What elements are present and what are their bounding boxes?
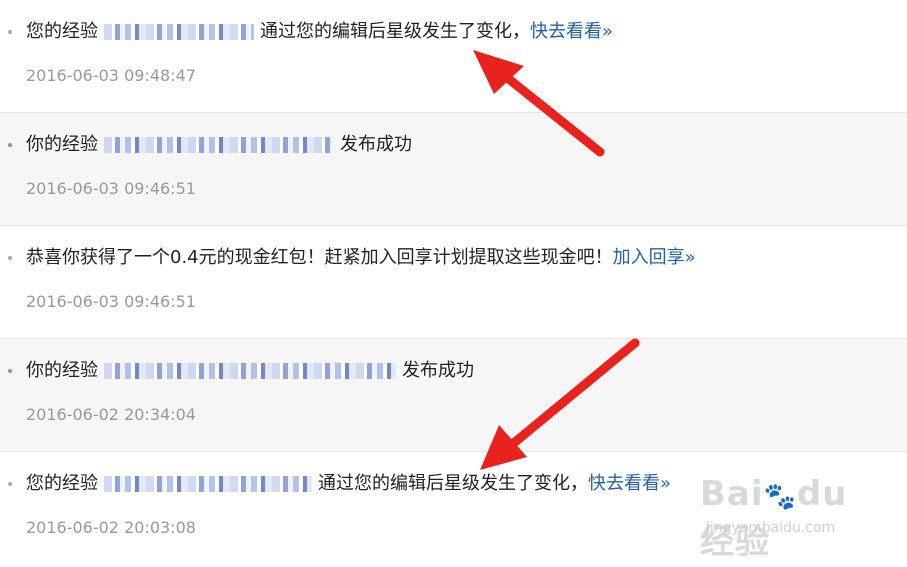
view-link[interactable]: 快去看看»: [530, 21, 613, 42]
notification-item: 恭喜你获得了一个0.4元的现金红包！赶紧加入回享计划提取这些现金吧！加入回享» …: [0, 226, 907, 339]
view-link[interactable]: 快去看看»: [588, 473, 671, 494]
watermark-logo: Bai🐾du经验: [700, 474, 848, 562]
message-suffix: 通过您的编辑后星级发生了变化，: [260, 21, 530, 42]
timestamp: 2016-06-03 09:46:51: [26, 292, 196, 311]
join-link[interactable]: 加入回享»: [613, 247, 696, 268]
message-suffix: 通过您的编辑后星级发生了变化，: [318, 473, 588, 494]
message-suffix: 发布成功: [402, 360, 474, 381]
notification-message: 您的经验 通过您的编辑后星级发生了变化，快去看看»: [26, 471, 671, 497]
timestamp: 2016-06-02 20:34:04: [26, 405, 196, 424]
message-prefix: 您的经验: [26, 21, 98, 42]
timestamp: 2016-06-03 09:48:47: [26, 66, 196, 85]
redacted-title[interactable]: [104, 476, 312, 492]
message-prefix: 你的经验: [26, 360, 98, 381]
watermark-url: jingyan.baidu.com: [706, 520, 836, 536]
paw-icon: 🐾: [763, 482, 797, 512]
redacted-title[interactable]: [104, 363, 396, 379]
bullet-icon: [8, 369, 12, 373]
redacted-title[interactable]: [104, 24, 254, 40]
notification-message: 你的经验 发布成功: [26, 358, 474, 384]
bullet-icon: [8, 482, 12, 486]
notification-item: 你的经验 发布成功 2016-06-03 09:46:51: [0, 113, 907, 226]
message-prefix: 您的经验: [26, 473, 98, 494]
notification-item: 你的经验 发布成功 2016-06-02 20:34:04: [0, 339, 907, 452]
notification-message: 你的经验 发布成功: [26, 132, 412, 158]
notification-message: 您的经验 通过您的编辑后星级发生了变化，快去看看»: [26, 19, 613, 45]
bullet-icon: [8, 256, 12, 260]
bullet-icon: [8, 143, 12, 147]
notification-item: 您的经验 通过您的编辑后星级发生了变化，快去看看» 2016-06-03 09:4…: [0, 0, 907, 113]
message-prefix: 你的经验: [26, 134, 98, 155]
redacted-title[interactable]: [104, 137, 334, 153]
message-text: 恭喜你获得了一个0.4元的现金红包！赶紧加入回享计划提取这些现金吧！: [26, 247, 613, 268]
bullet-icon: [8, 30, 12, 34]
notification-message: 恭喜你获得了一个0.4元的现金红包！赶紧加入回享计划提取这些现金吧！加入回享»: [26, 245, 696, 271]
timestamp: 2016-06-02 20:03:08: [26, 518, 196, 537]
baidu-jingyan-watermark: Bai🐾du经验 jingyan.baidu.com: [700, 466, 880, 562]
message-suffix: 发布成功: [340, 134, 412, 155]
timestamp: 2016-06-03 09:46:51: [26, 179, 196, 198]
